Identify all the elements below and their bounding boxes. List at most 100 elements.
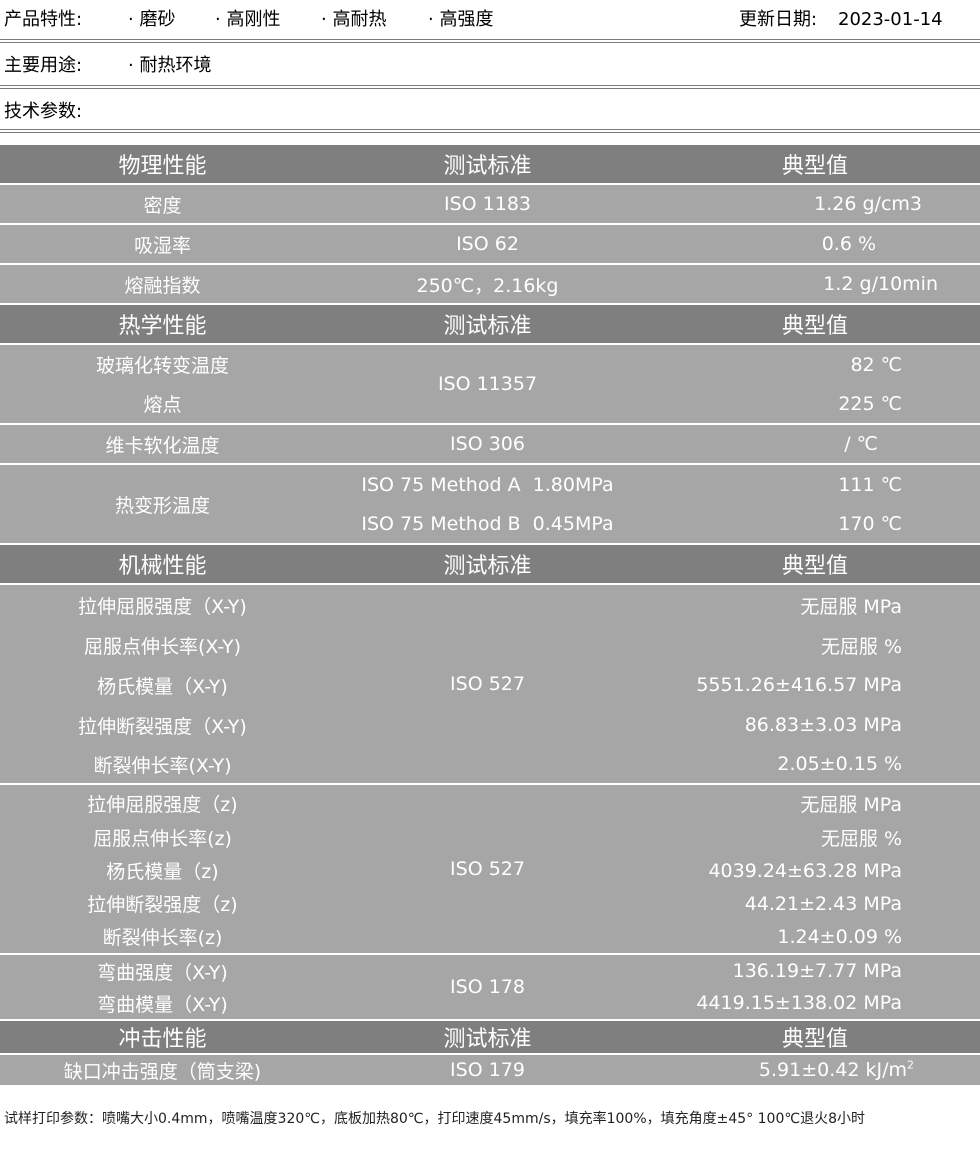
usage-item: · 耐热环境 <box>128 55 212 76</box>
typical-value: 1.2 g/10min <box>650 265 980 303</box>
property-name: 拉伸屈服强度（z) <box>87 793 238 816</box>
feature-item: · 高耐热 <box>321 9 387 30</box>
usage-label: 主要用途: <box>4 55 83 76</box>
property-name: 屈服点伸长率(z) <box>93 828 232 850</box>
typical-values: 111 ℃ 170 ℃ <box>650 465 980 543</box>
test-standard: ISO 1183 <box>325 185 650 223</box>
typical-value: 2.05±0.15 % <box>777 753 902 775</box>
typical-value: 1.26 g/cm3 <box>650 185 980 223</box>
table-row: 吸湿率 ISO 62 0.6 % <box>0 225 980 263</box>
header-value: 典型值 <box>650 545 980 583</box>
property-name: 拉伸屈服强度（X-Y) <box>78 595 247 618</box>
typical-value: 无屈服 MPa <box>800 793 902 816</box>
header-property: 冲击性能 <box>0 1021 325 1053</box>
header-property: 热学性能 <box>0 305 325 343</box>
update-date-value: 2023-01-14 <box>838 9 943 30</box>
table-row: 拉伸屈服强度（z) 屈服点伸长率(z) 杨氏模量（z) 拉伸断裂强度（z) 断裂… <box>0 785 980 953</box>
typical-value: 170 ℃ <box>838 512 902 535</box>
test-standard: ISO 527 <box>325 785 650 953</box>
typical-value: 111 ℃ <box>838 473 902 496</box>
section-header-impact: 冲击性能 测试标准 典型值 <box>0 1021 980 1053</box>
typical-value: 0.6 % <box>650 225 980 263</box>
test-standard: ISO 75 Method B 0.45MPa <box>361 512 614 535</box>
typical-value: 225 ℃ <box>838 392 902 415</box>
update-date-label: 更新日期: <box>739 9 818 30</box>
section-header-physical: 物理性能 测试标准 典型值 <box>0 145 980 183</box>
property-name: 弯曲强度（X-Y) <box>97 961 228 984</box>
divider <box>0 129 980 133</box>
property-name: 拉伸断裂强度（z) <box>87 894 238 916</box>
typical-value: 44.21±2.43 MPa <box>744 892 902 915</box>
test-standard: 250℃，2.16kg <box>325 265 650 303</box>
property-name: 热变形温度 <box>0 465 325 543</box>
table-row: 缺口冲击强度（筒支梁) ISO 179 5.91±0.42 kJ/m2 <box>0 1055 980 1085</box>
typical-values: 无屈服 MPa 无屈服 % 4039.24±63.28 MPa 44.21±2.… <box>650 785 980 953</box>
feature-item: · 高强度 <box>428 9 494 30</box>
section-header-mechanical: 机械性能 测试标准 典型值 <box>0 545 980 583</box>
header-value: 典型值 <box>650 145 980 183</box>
typical-values: 136.19±7.77 MPa 4419.15±138.02 MPa <box>650 955 980 1019</box>
typical-value: 5551.26±416.57 MPa <box>696 674 902 696</box>
feature-item: · 磨砂 <box>128 9 176 30</box>
property-name: 熔点 <box>143 394 182 416</box>
property-name: 弯曲模量（X-Y) <box>97 993 228 1016</box>
header-standard: 测试标准 <box>325 1021 650 1053</box>
header-value: 典型值 <box>650 1021 980 1053</box>
features-label: 产品特性: <box>4 9 83 30</box>
property-name: 断裂伸长率(z) <box>102 927 223 949</box>
typical-value: 无屈服 % <box>820 635 902 658</box>
divider <box>0 39 980 43</box>
header-property: 物理性能 <box>0 145 325 183</box>
property-name: 维卡软化温度 <box>0 425 325 463</box>
typical-value: 86.83±3.03 MPa <box>744 714 902 736</box>
property-name: 缺口冲击强度（筒支梁) <box>0 1055 325 1085</box>
property-name: 密度 <box>0 185 325 223</box>
property-name: 熔融指数 <box>0 265 325 303</box>
property-name: 杨氏模量（X-Y) <box>97 675 228 698</box>
property-names: 弯曲强度（X-Y) 弯曲模量（X-Y) <box>0 955 325 1019</box>
typical-value: 无屈服 % <box>820 828 902 850</box>
property-names: 玻璃化转变温度 熔点 <box>0 345 325 423</box>
tech-label: 技术参数: <box>4 101 83 122</box>
header-standard: 测试标准 <box>325 545 650 583</box>
test-standard: ISO 11357 <box>325 345 650 423</box>
table-row: 热变形温度 ISO 75 Method A 1.80MPa ISO 75 Met… <box>0 465 980 543</box>
header-property: 机械性能 <box>0 545 325 583</box>
table-row: 熔融指数 250℃，2.16kg 1.2 g/10min <box>0 265 980 303</box>
typical-value: / ℃ <box>650 425 980 463</box>
typical-values: 82 ℃ 225 ℃ <box>650 345 980 423</box>
typical-value: 4419.15±138.02 MPa <box>696 992 902 1014</box>
spec-table: 物理性能 测试标准 典型值 密度 ISO 1183 1.26 g/cm3 吸湿率… <box>0 143 980 1087</box>
typical-value: 82 ℃ <box>850 353 902 376</box>
table-row: 密度 ISO 1183 1.26 g/cm3 <box>0 185 980 223</box>
print-parameters-note: 试样打印参数：喷嘴大小0.4mm，喷嘴温度320℃，底板加热80℃，打印速度45… <box>4 1111 865 1127</box>
test-standard: ISO 527 <box>325 585 650 783</box>
property-name: 吸湿率 <box>0 225 325 263</box>
table-row: 维卡软化温度 ISO 306 / ℃ <box>0 425 980 463</box>
property-names: 拉伸屈服强度（X-Y) 屈服点伸长率(X-Y) 杨氏模量（X-Y) 拉伸断裂强度… <box>0 585 325 783</box>
table-row: 拉伸屈服强度（X-Y) 屈服点伸长率(X-Y) 杨氏模量（X-Y) 拉伸断裂强度… <box>0 585 980 783</box>
table-row: 玻璃化转变温度 熔点 ISO 11357 82 ℃ 225 ℃ <box>0 345 980 423</box>
property-name: 拉伸断裂强度（X-Y) <box>78 715 247 738</box>
typical-values: 无屈服 MPa 无屈服 % 5551.26±416.57 MPa 86.83±3… <box>650 585 980 783</box>
property-name: 屈服点伸长率(X-Y) <box>83 635 242 658</box>
property-name: 断裂伸长率(X-Y) <box>93 754 232 777</box>
property-name: 玻璃化转变温度 <box>95 355 229 377</box>
typical-value: 4039.24±63.28 MPa <box>708 859 902 882</box>
test-standard: ISO 306 <box>325 425 650 463</box>
test-standard: ISO 62 <box>325 225 650 263</box>
table-row: 弯曲强度（X-Y) 弯曲模量（X-Y) ISO 178 136.19±7.77 … <box>0 955 980 1019</box>
test-standard: ISO 178 <box>325 955 650 1019</box>
typical-value: 136.19±7.77 MPa <box>732 960 902 982</box>
property-name: 杨氏模量（z) <box>106 861 219 883</box>
typical-value: 1.24±0.09 % <box>777 925 902 948</box>
typical-value-text: 5.91±0.42 kJ/m <box>758 1059 907 1081</box>
header-standard: 测试标准 <box>325 145 650 183</box>
test-standard: ISO 179 <box>325 1055 650 1085</box>
typical-value: 5.91±0.42 kJ/m2 <box>650 1055 980 1085</box>
section-header-thermal: 热学性能 测试标准 典型值 <box>0 305 980 343</box>
unit-superscript: 2 <box>907 1058 914 1072</box>
header-standard: 测试标准 <box>325 305 650 343</box>
feature-item: · 高刚性 <box>215 9 281 30</box>
divider <box>0 85 980 89</box>
